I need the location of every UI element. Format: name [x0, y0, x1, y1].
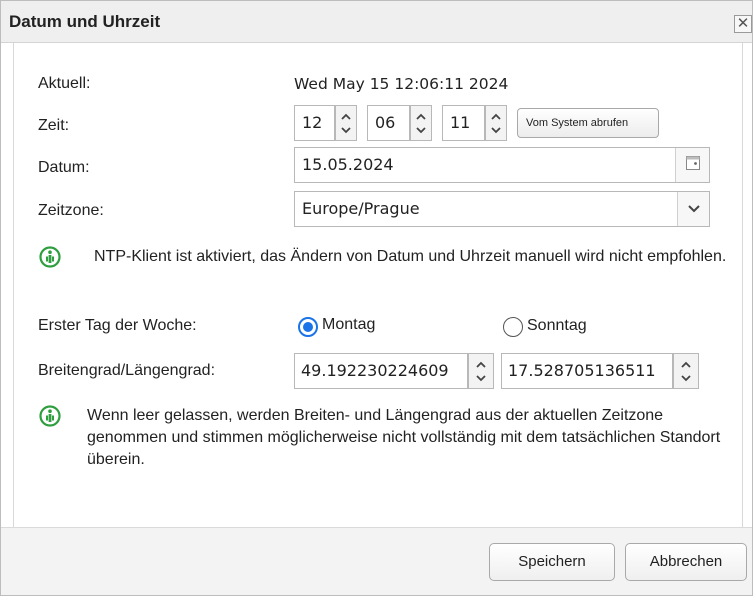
- timezone-label: Zeitzone:: [38, 202, 104, 219]
- timezone-select[interactable]: Europe/Prague: [294, 191, 710, 227]
- chevron-down-icon[interactable]: [681, 373, 691, 383]
- chevron-down-icon[interactable]: [476, 373, 486, 383]
- time-seconds-input[interactable]: 11: [442, 105, 485, 141]
- sync-from-system-button[interactable]: Vom System abrufen: [517, 108, 659, 138]
- calendar-icon: [686, 156, 700, 170]
- time-seconds-stepper[interactable]: [485, 105, 507, 141]
- dialog-title: Datum und Uhrzeit: [9, 12, 161, 31]
- monday-radio-label[interactable]: Montag: [322, 316, 375, 334]
- close-button[interactable]: ✕: [734, 15, 752, 33]
- longitude-stepper[interactable]: [673, 353, 699, 389]
- dialog-titlebar: Datum und Uhrzeit ✕: [1, 1, 752, 43]
- first-day-label: Erster Tag der Woche:: [38, 317, 197, 334]
- longitude-input[interactable]: 17.528705136511: [501, 353, 673, 389]
- chevron-up-icon[interactable]: [476, 360, 486, 370]
- chevron-up-icon[interactable]: [341, 112, 351, 122]
- date-input[interactable]: 15.05.2024: [294, 147, 710, 183]
- sunday-radio[interactable]: [503, 317, 523, 337]
- sunday-radio-label[interactable]: Sonntag: [527, 317, 587, 335]
- calendar-button[interactable]: [675, 148, 709, 182]
- info-icon: [39, 405, 61, 427]
- monday-radio[interactable]: [298, 317, 318, 337]
- time-minutes-input[interactable]: 06: [367, 105, 410, 141]
- latitude-stepper[interactable]: [468, 353, 494, 389]
- save-button[interactable]: Speichern: [489, 543, 615, 581]
- time-minutes-stepper[interactable]: [410, 105, 432, 141]
- time-label: Zeit:: [38, 117, 70, 134]
- chevron-down-icon[interactable]: [341, 125, 351, 135]
- date-label: Datum:: [38, 159, 90, 176]
- date-time-dialog: Datum und Uhrzeit ✕ Aktuell: Wed May 15 …: [0, 0, 753, 596]
- timezone-value: Europe/Prague: [302, 199, 420, 218]
- latlon-notice-text: Wenn leer gelassen, werden Breiten- und …: [87, 407, 721, 468]
- latlon-label: Breitengrad/Längengrad:: [38, 362, 216, 379]
- close-icon: ✕: [736, 15, 750, 32]
- timezone-dropdown-toggle[interactable]: [677, 192, 709, 226]
- chevron-down-icon[interactable]: [416, 125, 426, 135]
- chevron-down-icon: [688, 205, 700, 213]
- info-icon: [39, 246, 61, 268]
- latitude-input[interactable]: 49.192230224609: [294, 353, 468, 389]
- current-label: Aktuell:: [38, 75, 91, 92]
- dialog-footer: Speichern Abbrechen: [1, 527, 752, 595]
- time-hours-input[interactable]: 12: [294, 105, 335, 141]
- chevron-down-icon[interactable]: [491, 125, 501, 135]
- date-value: 15.05.2024: [302, 155, 394, 174]
- ntp-notice-text: NTP-Klient ist aktiviert, das Ändern von…: [94, 248, 727, 265]
- chevron-up-icon[interactable]: [681, 360, 691, 370]
- current-value: Wed May 15 12:06:11 2024: [294, 75, 509, 93]
- chevron-up-icon[interactable]: [491, 112, 501, 122]
- cancel-button[interactable]: Abbrechen: [625, 543, 747, 581]
- time-hours-stepper[interactable]: [335, 105, 357, 141]
- chevron-up-icon[interactable]: [416, 112, 426, 122]
